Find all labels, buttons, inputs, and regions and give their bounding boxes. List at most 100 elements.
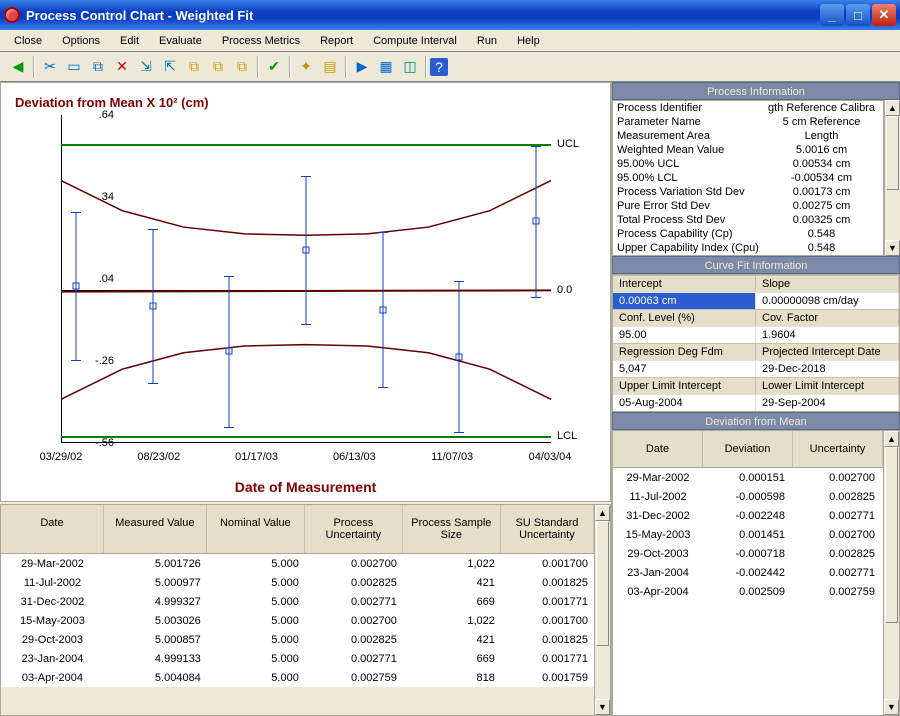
curve-label: Lower Limit Intercept xyxy=(756,377,899,394)
deviation-scrollbar[interactable]: ▲ ▼ xyxy=(883,431,899,715)
table-row[interactable]: 11-Jul-2002-0.0005980.002825 xyxy=(613,487,883,506)
dup3-icon[interactable]: ⧉ xyxy=(230,55,254,79)
y-tick: -.56 xyxy=(64,437,114,449)
x-tick: 03/29/02 xyxy=(26,451,96,463)
grid-icon[interactable]: ▦ xyxy=(374,55,398,79)
curve-value[interactable]: 29-Dec-2018 xyxy=(756,360,899,377)
table-row[interactable]: 31-Dec-20024.9993275.0000.0027716690.001… xyxy=(1,592,594,611)
table-row[interactable]: 11-Jul-20025.0009775.0000.0028254210.001… xyxy=(1,573,594,592)
table-row[interactable]: 29-Oct-2003-0.0007180.002825 xyxy=(613,544,883,563)
table-row[interactable]: 29-Mar-20020.0001510.002700 xyxy=(613,468,883,487)
help-icon[interactable]: ? xyxy=(430,58,448,76)
toggle-icon[interactable]: ◫ xyxy=(398,55,422,79)
scroll-down-icon[interactable]: ▼ xyxy=(884,699,899,715)
lcl-label: LCL xyxy=(557,430,577,442)
new-icon[interactable]: ▭ xyxy=(62,55,86,79)
table-row[interactable]: 29-Oct-20035.0008575.0000.0028254210.001… xyxy=(1,630,594,649)
table-scrollbar[interactable]: ▲ ▼ xyxy=(594,505,610,715)
menu-bar: Close Options Edit Evaluate Process Metr… xyxy=(0,30,900,52)
scroll-up-icon[interactable]: ▲ xyxy=(885,100,900,116)
dup1-icon[interactable]: ⧉ xyxy=(182,55,206,79)
menu-close[interactable]: Close xyxy=(6,33,50,49)
dup2-icon[interactable]: ⧉ xyxy=(206,55,230,79)
curve-value[interactable]: 29-Sep-2004 xyxy=(756,394,899,411)
table-row[interactable]: 03-Apr-20045.0040845.0000.0027598180.001… xyxy=(1,668,594,687)
info-row: Parameter Name5 cm Reference xyxy=(613,115,883,129)
table-row[interactable]: 15-May-20035.0030265.0000.0027001,0220.0… xyxy=(1,611,594,630)
menu-metrics[interactable]: Process Metrics xyxy=(214,33,308,49)
copy-icon[interactable]: ⧉ xyxy=(86,55,110,79)
data-point[interactable] xyxy=(456,353,463,360)
delete-icon[interactable]: ✕ xyxy=(110,55,134,79)
menu-interval[interactable]: Compute Interval xyxy=(365,33,465,49)
table-header: Date Measured Value Nominal Value Proces… xyxy=(1,505,594,554)
info-row: Total Process Std Dev0.00325 cm xyxy=(613,213,883,227)
menu-help[interactable]: Help xyxy=(509,33,548,49)
x-tick: 06/13/03 xyxy=(319,451,389,463)
wand-icon[interactable]: ✦ xyxy=(294,55,318,79)
minimize-button[interactable]: _ xyxy=(820,4,844,26)
info-row: Weighted Mean Value5.0016 cm xyxy=(613,143,883,157)
process-info-scrollbar[interactable]: ▲ ▼ xyxy=(884,100,900,256)
play-icon[interactable]: ▶ xyxy=(350,55,374,79)
table-row[interactable]: 03-Apr-20040.0025090.002759 xyxy=(613,582,883,601)
table-row[interactable]: 31-Dec-2002-0.0022480.002771 xyxy=(613,506,883,525)
title-bar: Process Control Chart - Weighted Fit _ □… xyxy=(0,0,900,30)
x-tick: 01/17/03 xyxy=(222,451,292,463)
x-tick: 08/23/02 xyxy=(124,451,194,463)
table-row[interactable]: 23-Jan-2004-0.0024420.002771 xyxy=(613,563,883,582)
y-tick: .64 xyxy=(64,109,114,121)
curve-fit-header: Curve Fit Information xyxy=(612,256,900,274)
control-chart: Deviation from Mean X 10² (cm) Date of M… xyxy=(0,82,611,502)
data-point[interactable] xyxy=(533,218,540,225)
scroll-up-icon[interactable]: ▲ xyxy=(884,431,899,447)
curve-label: Slope xyxy=(756,275,899,292)
curve-label: Conf. Level (%) xyxy=(613,309,756,326)
curve-fit-grid: InterceptSlope0.00063 cm0.00000098 cm/da… xyxy=(612,274,900,412)
menu-options[interactable]: Options xyxy=(54,33,108,49)
cut-icon[interactable]: ✂ xyxy=(38,55,62,79)
curve-value[interactable]: 5,047 xyxy=(613,360,756,377)
note-icon[interactable]: ▤ xyxy=(318,55,342,79)
info-row: Process Capability (Cp)0.548 xyxy=(613,227,883,241)
close-button[interactable]: ✕ xyxy=(872,4,896,26)
info-row: Process Variation Std Dev0.00173 cm xyxy=(613,185,883,199)
curve-label: Projected Intercept Date xyxy=(756,343,899,360)
menu-edit[interactable]: Edit xyxy=(112,33,147,49)
scroll-up-icon[interactable]: ▲ xyxy=(595,505,610,521)
maximize-button[interactable]: □ xyxy=(846,4,870,26)
tree-expand-icon[interactable]: ⇲ xyxy=(134,55,158,79)
curve-value[interactable]: 95.00 xyxy=(613,326,756,343)
zero-label: 0.0 xyxy=(557,284,572,296)
process-info-header: Process Information xyxy=(612,82,900,100)
table-row[interactable]: 29-Mar-20025.0017265.0000.0027001,0220.0… xyxy=(1,554,594,573)
info-row: 95.00% UCL0.00534 cm xyxy=(613,157,883,171)
check-icon[interactable]: ✔ xyxy=(262,55,286,79)
x-tick: 04/03/04 xyxy=(515,451,585,463)
curve-value[interactable]: 05-Aug-2004 xyxy=(613,394,756,411)
back-icon[interactable]: ◀ xyxy=(6,55,30,79)
curve-value[interactable]: 0.00000098 cm/day xyxy=(756,292,899,309)
data-point[interactable] xyxy=(379,306,386,313)
tree-collapse-icon[interactable]: ⇱ xyxy=(158,55,182,79)
curve-value[interactable]: 0.00063 cm xyxy=(613,292,756,309)
menu-report[interactable]: Report xyxy=(312,33,361,49)
scroll-down-icon[interactable]: ▼ xyxy=(595,699,610,715)
table-row[interactable]: 15-May-20030.0014510.002700 xyxy=(613,525,883,544)
app-icon xyxy=(4,7,20,23)
curve-value[interactable]: 1.9604 xyxy=(756,326,899,343)
window-title: Process Control Chart - Weighted Fit xyxy=(26,8,818,23)
info-row: Measurement AreaLength xyxy=(613,129,883,143)
data-point[interactable] xyxy=(149,303,156,310)
deviation-table: Date Deviation Uncertainty 29-Mar-20020.… xyxy=(613,431,883,715)
menu-run[interactable]: Run xyxy=(469,33,505,49)
data-point[interactable] xyxy=(303,247,310,254)
data-point[interactable] xyxy=(226,348,233,355)
info-row: Upper Capability Index (Cpu)0.548 xyxy=(613,241,883,255)
y-tick: -.26 xyxy=(64,355,114,367)
scroll-down-icon[interactable]: ▼ xyxy=(885,240,900,256)
table-row[interactable]: 23-Jan-20044.9991335.0000.0027716690.001… xyxy=(1,649,594,668)
toolbar: ◀ ✂ ▭ ⧉ ✕ ⇲ ⇱ ⧉ ⧉ ⧉ ✔ ✦ ▤ ▶ ▦ ◫ ? xyxy=(0,52,900,82)
info-row: Pure Error Std Dev0.00275 cm xyxy=(613,199,883,213)
menu-evaluate[interactable]: Evaluate xyxy=(151,33,210,49)
